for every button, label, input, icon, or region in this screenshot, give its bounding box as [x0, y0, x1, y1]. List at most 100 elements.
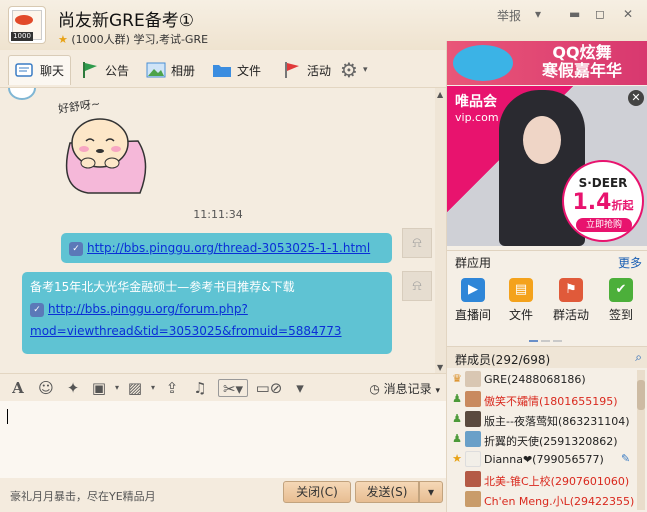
- gift-dropdown-icon[interactable]: ▾: [108, 379, 126, 397]
- more-dropdown-icon[interactable]: ▾: [291, 379, 309, 397]
- member-row[interactable]: ★ Dianna❤(799056577) ✎: [447, 450, 637, 470]
- group-avatar[interactable]: 1000: [8, 6, 46, 44]
- red-flag-icon: [282, 61, 302, 79]
- chat-scrollbar[interactable]: ▲ ▼: [435, 88, 446, 373]
- top-ad-line-1: QQ炫舞: [552, 43, 612, 62]
- members-title: 群成员(292/698): [455, 353, 551, 367]
- tab-settings[interactable]: ⚙ ▾: [334, 55, 373, 85]
- owner-icon: ♛: [452, 372, 462, 385]
- tab-announcement[interactable]: 公告: [74, 55, 135, 85]
- member-row[interactable]: ♟ 折翼的天使(2591320862): [447, 430, 637, 450]
- app-group-activity[interactable]: ⚑ 群活动: [549, 278, 593, 323]
- member-name: 折翼的天使(2591320862): [484, 435, 618, 448]
- previous-sender-avatar[interactable]: [8, 88, 36, 100]
- members-scrollbar[interactable]: [637, 370, 645, 510]
- close-icon[interactable]: ✕: [623, 7, 633, 25]
- scroll-down-icon[interactable]: ▼: [437, 363, 443, 372]
- close-button[interactable]: 关闭(C): [283, 481, 351, 503]
- page-dot[interactable]: [553, 340, 562, 342]
- avatar: [465, 451, 481, 467]
- member-name: Ch'en Meng.小L(29422355): [484, 495, 635, 508]
- member-row[interactable]: ♟ 傲笑不孀情(1801655195): [447, 390, 637, 410]
- tab-album-label: 相册: [171, 63, 196, 78]
- tab-album[interactable]: 相册: [140, 55, 201, 85]
- sender-avatar[interactable]: ⍾: [402, 228, 432, 258]
- sender-avatar[interactable]: ⍾: [402, 271, 432, 301]
- clock-icon: ◷: [369, 382, 380, 396]
- ad-close-icon[interactable]: ✕: [628, 90, 644, 106]
- chevron-down-icon: ▾: [362, 65, 368, 75]
- vip-ad-banner[interactable]: 唯品会 vip.com ✕ S·DEER 1.4折起 立即抢购: [447, 86, 647, 246]
- member-row[interactable]: Ch'en Meng.小L(29422355): [447, 490, 637, 510]
- menu-dropdown-icon[interactable]: ▾: [535, 7, 541, 25]
- brand-name: S·DEER: [578, 176, 628, 190]
- member-row[interactable]: ♟ 版主--夜落莺知(863231104): [447, 410, 637, 430]
- buy-now-button[interactable]: 立即抢购: [576, 218, 632, 232]
- side-panel: QQ炫舞 寒假嘉年华 唯品会 vip.com ✕ S·DEER 1.4折起 立即…: [446, 41, 647, 512]
- avatar: [465, 491, 481, 507]
- avatar: [465, 371, 481, 387]
- vip-logo: 唯品会 vip.com: [455, 94, 499, 126]
- apps-page-indicator[interactable]: [529, 331, 565, 345]
- message-link[interactable]: http://bbs.pinggu.org/thread-3053025-1-1…: [87, 241, 370, 255]
- maximize-icon[interactable]: ◻: [595, 7, 605, 25]
- game-logo-icon: [453, 45, 513, 81]
- message-link[interactable]: http://bbs.pinggu.org/forum.php?: [48, 302, 248, 316]
- text-caret: [7, 409, 8, 424]
- block-icon[interactable]: ▭⊘: [255, 379, 283, 397]
- page-dot[interactable]: [541, 340, 550, 342]
- security-shield-icon: ✓: [30, 302, 44, 317]
- member-name: Dianna❤(799056577): [484, 453, 604, 466]
- tab-activity[interactable]: 活动: [276, 55, 337, 85]
- scrollbar-thumb[interactable]: [637, 380, 645, 410]
- group-avatar-ribbon: [15, 15, 33, 25]
- top-ad-banner[interactable]: QQ炫舞 寒假嘉年华: [447, 41, 647, 85]
- tab-announcement-label: 公告: [105, 63, 130, 78]
- group-apps-more-link[interactable]: 更多: [618, 254, 642, 271]
- upload-icon[interactable]: ⇪: [163, 379, 181, 397]
- send-options-button[interactable]: ▾: [419, 481, 443, 503]
- group-title[interactable]: 尚友新GRE备考①: [58, 6, 194, 31]
- message-history-button[interactable]: ◷ 消息记录 ▾: [369, 380, 440, 397]
- promo-text[interactable]: 豪礼月月暴击，尽在YE精品月: [10, 488, 156, 504]
- message-bubble: 备考15年北大光华金融硕士—参考书目推荐&下载 ✓ http://bbs.ping…: [22, 272, 392, 354]
- scroll-up-icon[interactable]: ▲: [437, 90, 443, 99]
- app-live[interactable]: ▶ 直播间: [451, 278, 495, 323]
- app-files[interactable]: ▤ 文件: [499, 278, 543, 323]
- screenshot-icon[interactable]: ✂▾: [218, 379, 248, 398]
- report-button[interactable]: 举报: [497, 7, 521, 25]
- discount-number: 1.4: [572, 190, 612, 215]
- magic-icon[interactable]: ✦: [64, 379, 82, 397]
- member-row[interactable]: ♛ GRE(2488068186): [447, 370, 637, 390]
- search-icon[interactable]: ⌕: [635, 350, 642, 365]
- font-icon[interactable]: A: [9, 379, 27, 397]
- page-dot[interactable]: [529, 340, 538, 342]
- member-name: 北美-锥C上校(2907601060): [484, 475, 630, 488]
- member-row[interactable]: 北美-锥C上校(2907601060): [447, 470, 637, 490]
- music-icon[interactable]: ♫: [191, 379, 209, 397]
- admin-icon: ♟: [452, 432, 462, 445]
- message-link[interactable]: mod=viewthread&tid=3053025&fromuid=58847…: [30, 324, 342, 338]
- emoji-icon[interactable]: ☺: [37, 379, 55, 397]
- tab-files[interactable]: 文件: [206, 55, 267, 85]
- image-icon[interactable]: ▨: [126, 379, 144, 397]
- chat-history[interactable]: 好舒呀~ 11:11:34 ✓ http://bbs.pinggu.org/thr…: [0, 87, 446, 373]
- avatar: [465, 431, 481, 447]
- app-checkin-label: 签到: [608, 308, 633, 322]
- message-input[interactable]: [0, 401, 446, 478]
- avatar: [465, 471, 481, 487]
- app-files-label: 文件: [508, 308, 533, 322]
- app-checkin[interactable]: ✔ 签到: [599, 278, 643, 323]
- star-icon: ★: [58, 33, 68, 46]
- member-name: GRE(2488068186): [484, 373, 586, 386]
- group-apps-header: 群应用 更多: [447, 250, 647, 270]
- app-group-activity-label: 群活动: [552, 308, 589, 322]
- edit-icon[interactable]: ✎: [621, 452, 630, 465]
- minimize-icon[interactable]: ▬: [569, 7, 580, 25]
- gift-icon[interactable]: ▣: [90, 379, 108, 397]
- tab-activity-label: 活动: [307, 63, 332, 78]
- send-button[interactable]: 发送(S): [355, 481, 419, 503]
- tab-chat[interactable]: 聊天: [8, 55, 72, 85]
- gear-icon: ⚙: [340, 58, 358, 82]
- image-dropdown-icon[interactable]: ▾: [144, 379, 162, 397]
